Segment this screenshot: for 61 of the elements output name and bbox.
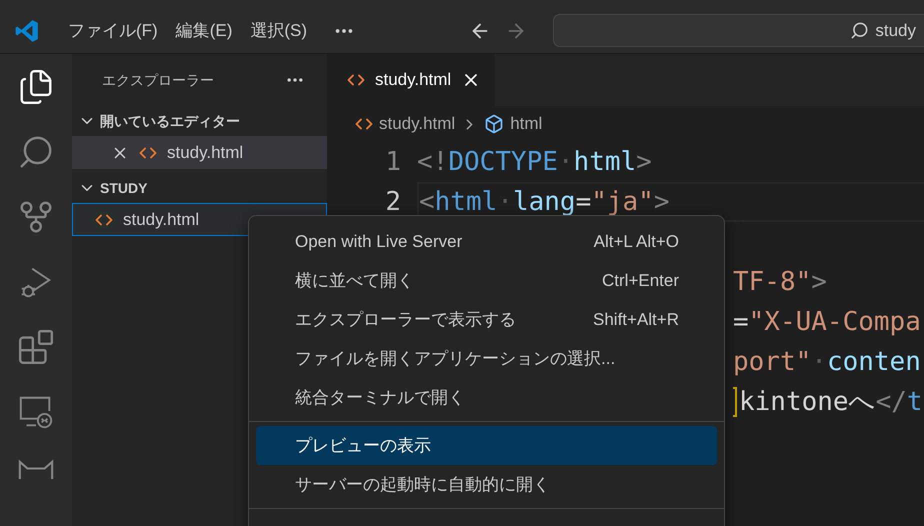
menu-item[interactable]: ファイル(F)	[60, 16, 166, 46]
section-header[interactable]: STUDY	[72, 173, 327, 203]
shortcut-text: Shift+Alt+R	[593, 308, 679, 331]
code-token: html	[434, 186, 498, 218]
menu-label: 統合ターミナルで開く	[295, 386, 465, 409]
menu-item[interactable]: プレビューの表示	[256, 426, 717, 465]
code-token: </	[876, 386, 907, 418]
code-token: ·	[811, 346, 827, 378]
menu-item[interactable]: 編集(E)	[168, 16, 240, 46]
code-token: DOCTYPE	[448, 146, 558, 178]
code-token: <!	[417, 146, 448, 178]
menu-item[interactable]: 統合ターミナルで開く	[256, 378, 717, 417]
app-logo-icon	[14, 18, 40, 44]
shortcut-text: Ctrl+Enter	[602, 270, 679, 292]
search-text: study	[875, 20, 916, 42]
line-number: 2	[385, 186, 401, 216]
menu-item[interactable]: エクスプローラーで表示する Shift+Alt+R	[256, 300, 717, 339]
menu-label: プレビューの表示	[295, 434, 431, 457]
section-title: STUDY	[100, 178, 148, 198]
menu-item[interactable]: 選択(S)	[242, 16, 316, 46]
line-number: 1	[385, 146, 401, 176]
search-field[interactable]: study	[553, 14, 924, 47]
code-token: lang	[512, 186, 576, 218]
search-icon	[850, 21, 870, 40]
code-token: ·	[497, 186, 513, 218]
code-token: "ja"	[591, 186, 654, 218]
code-token: TF-8"	[733, 266, 812, 298]
extensions-icon[interactable]	[17, 328, 55, 366]
menu-label: 横に並べて開く	[295, 270, 414, 292]
sidebar-title: エクスプローラー	[102, 70, 214, 90]
breadcrumb-item[interactable]: html	[510, 111, 542, 137]
tab-label: study.html	[375, 69, 452, 92]
cat-icon[interactable]	[17, 458, 55, 479]
code-token: kintoneへ	[739, 386, 876, 418]
menu-item[interactable]: サーバーの起動時に自動的に開く	[256, 465, 717, 504]
menu-item[interactable]: 横に並べて開く Ctrl+Enter	[256, 261, 717, 300]
code-token: >	[636, 146, 652, 178]
menu-label: ファイルを開くアプリケーションの選択...	[295, 348, 616, 370]
shortcut-text: Alt+L Alt+O	[594, 230, 679, 253]
section-header[interactable]: 開いているエディター	[72, 106, 327, 136]
code-token: =	[733, 306, 749, 338]
code-token: <	[419, 186, 435, 218]
code-token: >	[654, 186, 670, 218]
breadcrumb-item[interactable]: study.html	[379, 111, 456, 137]
file-name: study.html	[123, 208, 200, 231]
code-token: html	[574, 146, 636, 178]
code-token: t	[906, 386, 923, 418]
code-token: "X-UA-Compa	[748, 306, 921, 338]
section-title: 開いているエディター	[100, 112, 240, 130]
code-token: conten	[826, 346, 921, 378]
menu-label: エクスプローラーで表示する	[295, 308, 516, 331]
menu-label: サーバーの起動時に自動的に開く	[295, 474, 550, 496]
file-item[interactable]: study.html	[72, 136, 327, 169]
code-token: >	[811, 266, 827, 298]
cube-icon	[484, 114, 504, 134]
code-token: ·	[558, 146, 574, 178]
file-name: study.html	[167, 142, 244, 164]
menu-item[interactable]: ファイルを開くアプリケーションの選択...	[256, 339, 717, 378]
editor-tab[interactable]: study.html	[327, 54, 495, 106]
code-token: =	[576, 186, 592, 218]
code-token: port"	[733, 346, 812, 378]
